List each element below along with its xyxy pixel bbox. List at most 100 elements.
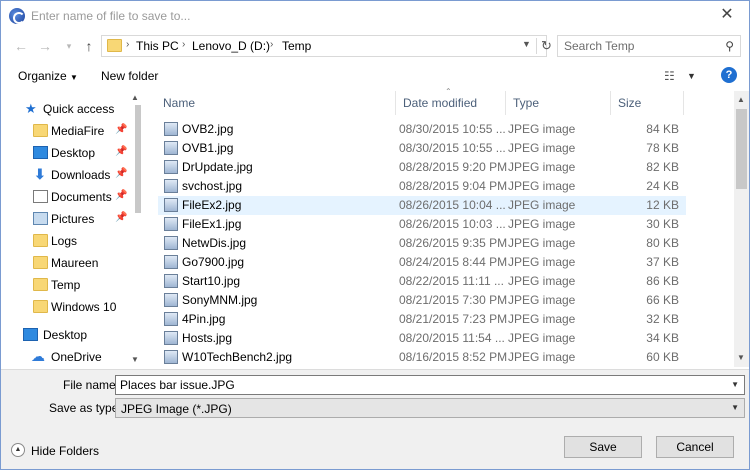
breadcrumb-this-pc[interactable]: This PC [136, 39, 179, 53]
chevron-down-icon[interactable]: ▼ [731, 380, 739, 389]
back-arrow-icon[interactable]: ← [11, 37, 31, 55]
save-button[interactable]: Save [564, 436, 642, 458]
scroll-up-icon[interactable]: ▲ [737, 95, 745, 104]
file-name-input[interactable] [116, 376, 716, 394]
pin-icon[interactable]: 📌 [115, 190, 127, 201]
file-size: 80 KB [646, 236, 679, 250]
nav-label: Quick access [43, 102, 115, 116]
file-type: JPEG image [508, 160, 576, 174]
cancel-button[interactable]: Cancel [656, 436, 734, 458]
folder-icon [33, 124, 48, 137]
file-row[interactable]: W10TechBench2.jpg 08/16/2015 8:52 PM JPE… [158, 348, 686, 367]
file-row[interactable]: DrUpdate.jpg 08/28/2015 9:20 PM JPEG ima… [158, 158, 686, 177]
file-name-combobox[interactable]: ▼ [115, 375, 745, 395]
chevron-right-icon[interactable]: › [270, 39, 273, 50]
breadcrumb-temp[interactable]: Temp [282, 39, 311, 53]
chevron-down-icon[interactable]: ▼ [731, 403, 739, 412]
navigation-pane: ★ Quick access MediaFire 📌 Desktop 📌 ⬇ D… [1, 91, 146, 369]
nav-item-temp[interactable]: Temp [1, 275, 141, 295]
up-arrow-icon[interactable]: ↑ [79, 37, 99, 55]
search-box[interactable]: ⚲ [557, 35, 741, 57]
pin-icon[interactable]: 📌 [115, 124, 127, 135]
pin-icon[interactable]: 📌 [115, 168, 127, 179]
scroll-up-icon[interactable]: ▲ [131, 93, 139, 102]
nav-item-onedrive[interactable]: ☁ OneDrive [1, 347, 141, 367]
pictures-icon [33, 212, 48, 225]
file-date: 08/16/2015 8:52 PM [399, 350, 508, 364]
nav-item-downloads[interactable]: ⬇ Downloads 📌 [1, 165, 141, 185]
column-header-type[interactable]: Type [506, 91, 611, 115]
pin-icon[interactable]: 📌 [115, 146, 127, 157]
folder-icon [33, 300, 48, 313]
forward-arrow-icon[interactable]: → [35, 37, 55, 55]
file-type: JPEG image [508, 293, 576, 307]
file-name: OVB2.jpg [182, 122, 234, 136]
file-date: 08/26/2015 9:35 PM [399, 236, 508, 250]
file-row[interactable]: SonyMNM.jpg 08/21/2015 7:30 PM JPEG imag… [158, 291, 686, 310]
address-bar[interactable]: › This PC › Lenovo_D (D:) › Temp ▼ ↻ [101, 35, 552, 57]
column-header-name[interactable]: Name [156, 91, 396, 115]
file-row[interactable]: svchost.jpg 08/28/2015 9:04 PM JPEG imag… [158, 177, 686, 196]
file-row[interactable]: NetwDis.jpg 08/26/2015 9:35 PM JPEG imag… [158, 234, 686, 253]
new-folder-button[interactable]: New folder [101, 69, 158, 83]
file-row[interactable]: Hosts.jpg 08/20/2015 11:54 ... JPEG imag… [158, 329, 686, 348]
image-file-icon [164, 255, 178, 269]
save-dialog: Enter name of file to save to... ✕ ← → ▾… [0, 0, 750, 470]
nav-item-windows-10[interactable]: Windows 10 [1, 297, 141, 317]
image-file-icon [164, 122, 178, 136]
image-file-icon [164, 236, 178, 250]
column-header-size[interactable]: Size [611, 91, 684, 115]
nav-item-desktop-root[interactable]: Desktop [1, 325, 141, 345]
refresh-icon[interactable]: ↻ [536, 38, 552, 54]
nav-item-quick-access[interactable]: ★ Quick access [1, 99, 141, 119]
file-list-scroll-thumb[interactable] [736, 109, 747, 189]
nav-item-logs[interactable]: Logs [1, 231, 141, 251]
search-input[interactable] [558, 36, 718, 56]
file-row[interactable]: OVB1.jpg 08/30/2015 10:55 ... JPEG image… [158, 139, 686, 158]
search-icon[interactable]: ⚲ [725, 39, 734, 53]
file-row[interactable]: 4Pin.jpg 08/21/2015 7:23 PM JPEG image 3… [158, 310, 686, 329]
chevron-down-icon[interactable]: ▼ [522, 39, 531, 49]
help-icon[interactable]: ? [721, 67, 737, 83]
file-size: 66 KB [646, 293, 679, 307]
image-file-icon [164, 350, 178, 364]
nav-item-maureen[interactable]: Maureen [1, 253, 141, 273]
file-size: 82 KB [646, 160, 679, 174]
chevron-down-icon[interactable]: ▼ [687, 71, 696, 81]
file-size: 24 KB [646, 179, 679, 193]
file-row[interactable]: OVB2.jpg 08/30/2015 10:55 ... JPEG image… [158, 120, 686, 139]
file-name: FileEx1.jpg [182, 217, 242, 231]
file-size: 34 KB [646, 331, 679, 345]
file-name: SonyMNM.jpg [182, 293, 258, 307]
file-date: 08/28/2015 9:04 PM [399, 179, 508, 193]
nav-item-pictures[interactable]: Pictures 📌 [1, 209, 141, 229]
image-file-icon [164, 312, 178, 326]
breadcrumb-drive[interactable]: Lenovo_D (D:) [192, 39, 270, 53]
file-row-selected[interactable]: FileEx2.jpg 08/26/2015 10:04 ... JPEG im… [158, 196, 686, 215]
nav-label: Maureen [51, 256, 99, 270]
file-row[interactable]: Start10.jpg 08/22/2015 11:11 ... JPEG im… [158, 272, 686, 291]
scroll-down-icon[interactable]: ▼ [131, 355, 139, 364]
pin-icon[interactable]: 📌 [115, 212, 127, 223]
close-icon[interactable]: ✕ [717, 5, 737, 25]
nav-scroll-thumb[interactable] [135, 105, 141, 213]
app-logo-icon [9, 8, 25, 24]
organize-button[interactable]: Organize ▼ [18, 69, 78, 83]
chevron-right-icon[interactable]: › [182, 39, 185, 50]
recent-locations-chevron-icon[interactable]: ▾ [59, 37, 79, 55]
chevron-right-icon[interactable]: › [126, 39, 129, 50]
file-row[interactable]: Go7900.jpg 08/24/2015 8:44 PM JPEG image… [158, 253, 686, 272]
nav-item-documents[interactable]: Documents 📌 [1, 187, 141, 207]
chevron-up-icon: ▲ [11, 443, 25, 457]
folder-icon [33, 278, 48, 291]
nav-item-desktop[interactable]: Desktop 📌 [1, 143, 141, 163]
onedrive-icon: ☁ [31, 348, 45, 364]
title-bar: Enter name of file to save to... ✕ [1, 1, 749, 31]
nav-label: Temp [51, 278, 81, 292]
image-file-icon [164, 141, 178, 155]
view-options-icon[interactable]: ☷ [664, 69, 675, 83]
file-row[interactable]: FileEx1.jpg 08/26/2015 10:03 ... JPEG im… [158, 215, 686, 234]
scroll-down-icon[interactable]: ▼ [737, 353, 745, 362]
save-type-select[interactable]: JPEG Image (*.JPG) ▼ [115, 398, 745, 418]
nav-item-mediafire[interactable]: MediaFire 📌 [1, 121, 141, 141]
